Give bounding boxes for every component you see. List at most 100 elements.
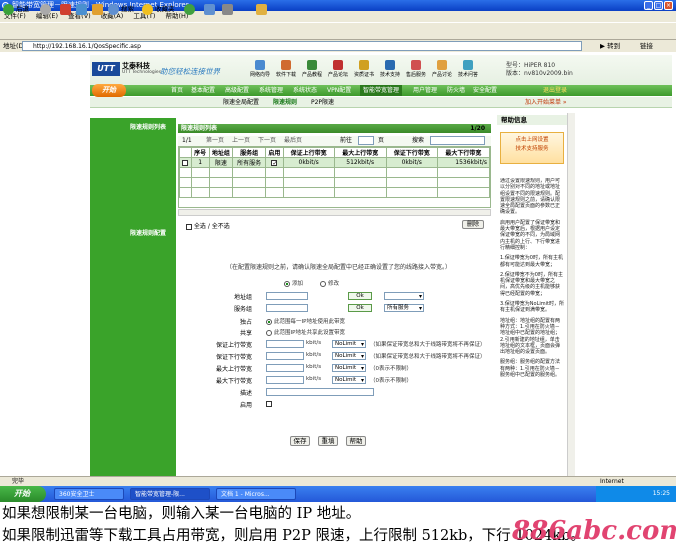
prev-page-link[interactable]: 上一页 bbox=[232, 136, 250, 146]
tutorial-link[interactable]: 产品教程 bbox=[300, 60, 324, 80]
row-enable[interactable]: ✓ bbox=[265, 157, 284, 168]
minimize-button[interactable]: _ bbox=[644, 1, 653, 10]
subnav-global[interactable]: 限速全局配置 bbox=[220, 98, 262, 108]
gup-select[interactable]: NoLimit bbox=[332, 340, 366, 348]
desc-input[interactable] bbox=[266, 388, 374, 396]
stop-button[interactable] bbox=[60, 3, 73, 15]
svc-input[interactable] bbox=[266, 304, 308, 312]
forward-button[interactable] bbox=[40, 3, 53, 15]
forum-link[interactable]: 产品论坛 bbox=[326, 60, 350, 80]
help-banner[interactable]: 点击上网设置 技术支持服务 bbox=[500, 132, 564, 164]
discussion-link[interactable]: 产品讨论 bbox=[430, 60, 454, 80]
wizard-link[interactable]: 网络向导 bbox=[248, 60, 272, 80]
save-button[interactable]: 保存 bbox=[290, 436, 310, 446]
favorites-button[interactable]: 收藏夹 bbox=[142, 3, 175, 15]
nav-home[interactable]: 首页 bbox=[168, 85, 186, 96]
nav-status[interactable]: 系统状态 bbox=[290, 85, 320, 96]
history-button[interactable] bbox=[184, 3, 197, 15]
row-enable-checkbox[interactable]: ✓ bbox=[271, 159, 277, 166]
back-button[interactable]: 后退 bbox=[3, 3, 29, 15]
desc-label: 描述 bbox=[239, 390, 252, 397]
svc-select[interactable]: 所有服务 bbox=[384, 304, 424, 312]
back-arrow-icon bbox=[3, 3, 14, 15]
first-page-link[interactable]: 第一页 bbox=[206, 136, 224, 146]
nav-bandwidth[interactable]: 智能带宽管理 bbox=[360, 85, 403, 96]
subnav-rules[interactable]: 限速规则 bbox=[270, 98, 300, 108]
nav-logout[interactable]: 退出登录 bbox=[540, 85, 570, 96]
page-vertical-scrollbar[interactable] bbox=[567, 113, 575, 476]
nav-advanced[interactable]: 高级配置 bbox=[222, 85, 252, 96]
goto-page-input[interactable] bbox=[358, 136, 374, 145]
row-check-box[interactable] bbox=[182, 159, 189, 166]
certificate-link[interactable]: 资质证书 bbox=[352, 60, 376, 80]
last-page-link[interactable]: 最后页 bbox=[284, 136, 302, 146]
nav-firewall[interactable]: 防火墙 bbox=[444, 85, 468, 96]
refresh-button[interactable] bbox=[76, 3, 89, 15]
go-button[interactable]: ▶ 转到 bbox=[600, 41, 630, 51]
radio-shared[interactable] bbox=[266, 329, 272, 336]
radio-exclusive[interactable] bbox=[266, 318, 272, 325]
mode-add-radio[interactable]: 添加 bbox=[284, 279, 303, 287]
subnav-p2p[interactable]: P2P限速 bbox=[308, 98, 337, 108]
mup-select[interactable]: NoLimit bbox=[332, 364, 366, 372]
nav-system[interactable]: 系统管理 bbox=[256, 85, 286, 96]
task-word[interactable]: 文档 1 - Micros... bbox=[216, 488, 296, 500]
gdown-select[interactable]: NoLimit bbox=[332, 352, 366, 360]
addr-input[interactable] bbox=[266, 292, 308, 300]
delete-button[interactable]: 删除 bbox=[462, 220, 484, 229]
exclusive-radio[interactable]: 此范围每一IP地址使用此带宽 bbox=[266, 317, 345, 325]
print-button[interactable] bbox=[222, 3, 235, 15]
enable-checkbox-wrap[interactable] bbox=[266, 400, 272, 408]
service-icon bbox=[411, 60, 421, 70]
mdown-input[interactable] bbox=[266, 376, 304, 384]
mail-button[interactable] bbox=[204, 3, 217, 15]
nav-security[interactable]: 安全配置 bbox=[470, 85, 500, 96]
svc-ok-button[interactable]: Ok bbox=[348, 304, 372, 312]
stop-icon bbox=[60, 3, 71, 15]
table-row[interactable]: 1 限速 所有服务 ✓ 0kbit/s 512kbit/s 0kbit/s 15… bbox=[179, 157, 490, 168]
select-all-checkbox[interactable] bbox=[186, 223, 192, 230]
row-mup: 512kbit/s bbox=[333, 157, 387, 168]
home-button[interactable] bbox=[92, 3, 105, 15]
addr-select[interactable] bbox=[384, 292, 424, 300]
enable-checkbox[interactable] bbox=[266, 401, 272, 407]
search-input[interactable] bbox=[430, 136, 485, 145]
table-horizontal-scrollbar[interactable] bbox=[178, 209, 491, 216]
help-button[interactable]: 帮助 bbox=[346, 436, 366, 446]
add-start-menu-link[interactable]: 加入开始菜单 » bbox=[525, 98, 567, 108]
mdown-select[interactable]: NoLimit bbox=[332, 376, 366, 384]
service-link[interactable]: 售后服务 bbox=[404, 60, 428, 80]
start-nav-button[interactable]: 开始 bbox=[92, 84, 126, 97]
col-no: 序号 bbox=[190, 147, 210, 158]
support-link[interactable]: 技术支持 bbox=[378, 60, 402, 80]
select-all-toggle[interactable]: 全选 / 全不选 bbox=[186, 221, 230, 230]
radio-edit[interactable] bbox=[320, 280, 326, 287]
qa-link[interactable]: 技术问答 bbox=[456, 60, 480, 80]
row-checkbox[interactable] bbox=[179, 157, 192, 168]
folder-button[interactable] bbox=[256, 3, 269, 15]
mode-edit-radio[interactable]: 修改 bbox=[320, 279, 339, 287]
download-link[interactable]: 软件下载 bbox=[274, 60, 298, 80]
next-page-link[interactable]: 下一页 bbox=[258, 136, 276, 146]
utt-logo: UTT bbox=[92, 62, 120, 76]
close-button[interactable]: × bbox=[664, 1, 673, 10]
links-label[interactable]: 链接 bbox=[640, 41, 653, 51]
windows-start-button[interactable]: 开始 bbox=[0, 486, 46, 502]
nav-basic[interactable]: 基本配置 bbox=[188, 85, 218, 96]
shared-radio[interactable]: 此范围IP地址共享此设置带宽 bbox=[266, 328, 345, 336]
nav-users[interactable]: 用户管理 bbox=[410, 85, 440, 96]
reset-button[interactable]: 重填 bbox=[318, 436, 338, 446]
search-button[interactable]: 搜索 bbox=[108, 3, 134, 15]
address-input[interactable]: http://192.168.16.1/QosSpecific.asp bbox=[22, 41, 582, 51]
svc-label: 服务组 bbox=[233, 306, 252, 313]
radio-add[interactable] bbox=[284, 280, 290, 287]
task-360[interactable]: 360安全卫士 bbox=[54, 488, 124, 500]
gup-input[interactable] bbox=[266, 340, 304, 348]
forward-arrow-icon bbox=[40, 3, 51, 15]
gdown-input[interactable] bbox=[266, 352, 304, 360]
mup-input[interactable] bbox=[266, 364, 304, 372]
task-browser[interactable]: 智能带宽管理-限... bbox=[130, 488, 210, 500]
addr-ok-button[interactable]: Ok bbox=[348, 292, 372, 300]
maximize-button[interactable]: □ bbox=[654, 1, 663, 10]
nav-vpn[interactable]: VPN配置 bbox=[324, 85, 354, 96]
